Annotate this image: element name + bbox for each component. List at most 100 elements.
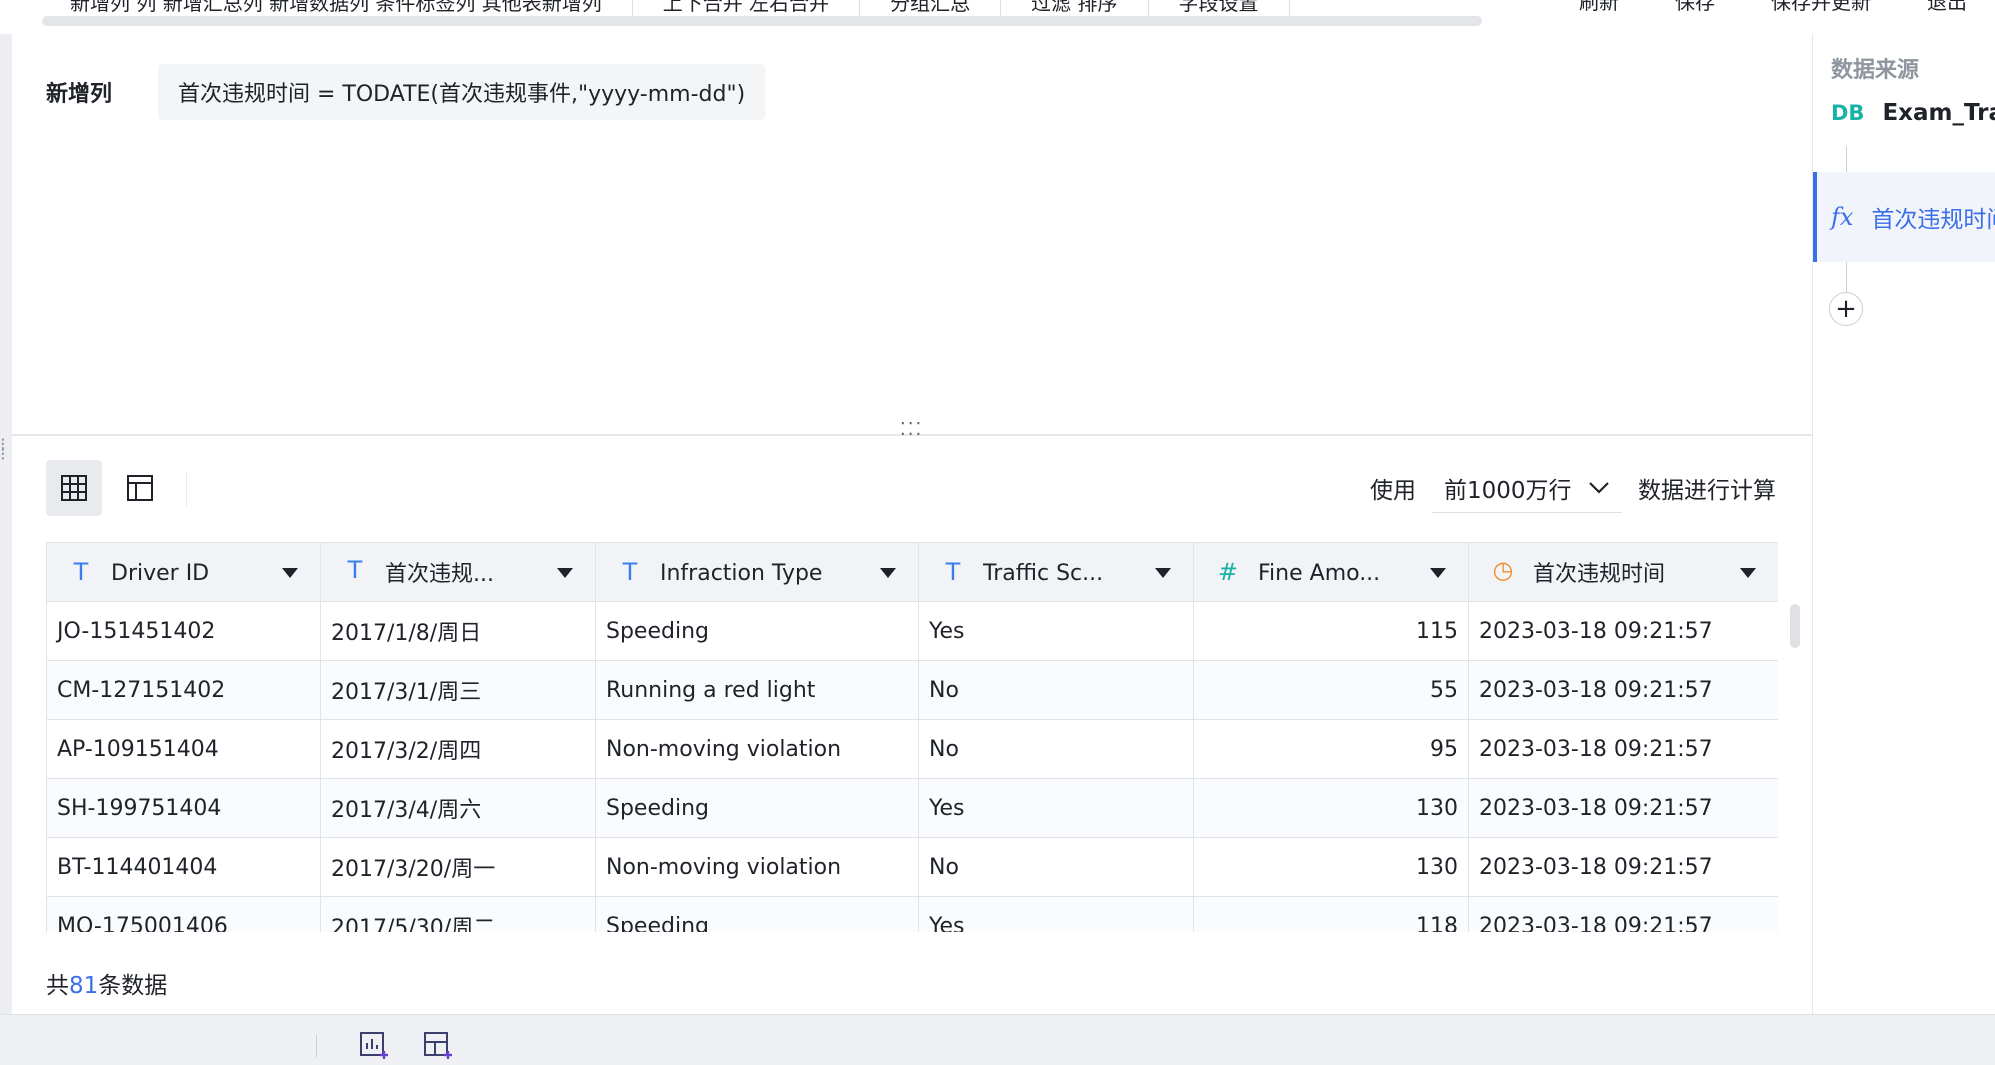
table-cell: AP-109151404 [46, 719, 321, 779]
top-toolbar: 新增列 列 新增汇总列 新增数据列 条件标签列 其他表新增列 上下合并 左右合并… [0, 0, 1995, 35]
table-cell: Speeding [595, 778, 919, 838]
formula-expression[interactable]: 首次违规时间 = TODATE(首次违规事件,"yyyy-mm-dd") [158, 64, 766, 120]
toolbar-tab-filter-sort[interactable]: 过滤 排序 [1001, 0, 1149, 16]
layout-view-icon [127, 475, 153, 501]
column-header-label: Traffic Sc... [983, 561, 1104, 587]
column-header-fine-amount[interactable]: # Fine Amo... [1193, 542, 1469, 602]
table-cell: Speeding [595, 601, 919, 661]
text-type-icon: T [73, 557, 89, 586]
table-cell: SH-199751404 [46, 778, 321, 838]
column-header-first-violation-time[interactable]: ◷ 首次违规时间 [1468, 542, 1778, 602]
table-row: CM-127151402 2017/3/1/周三 Running a red l… [46, 660, 1778, 720]
save-and-update-button[interactable]: 保存并更新 [1743, 0, 1899, 15]
caret-down-icon[interactable] [1155, 568, 1171, 578]
caret-down-icon[interactable] [1430, 568, 1446, 578]
source-node[interactable]: DB Exam_Traffic [1831, 100, 1995, 126]
chevron-down-icon [1589, 481, 1609, 494]
caret-down-icon[interactable] [282, 568, 298, 578]
formula-label: 新增列 [46, 82, 113, 107]
table-header-row: T Driver ID T 首次违规... T Infraction Type T Tr… [46, 542, 1778, 602]
table-cell: 95 [1193, 719, 1469, 779]
plus-icon: + [1835, 294, 1857, 324]
table-cell: 130 [1193, 837, 1469, 897]
table-cell: 55 [1193, 660, 1469, 720]
column-header-label: 首次违规... [385, 562, 494, 587]
table-row: SH-199751404 2017/3/4/周六 Speeding Yes 13… [46, 778, 1778, 838]
table-cell: 118 [1193, 896, 1469, 932]
table-cell: MO-175001406 [46, 896, 321, 932]
row-count-prefix: 共 [46, 973, 69, 999]
row-count-summary: 共81条数据 [46, 966, 167, 1000]
clock-type-icon: ◷ [1492, 556, 1514, 584]
table-cell: Speeding [595, 896, 919, 932]
column-header-infraction-type[interactable]: T Infraction Type [595, 542, 919, 602]
save-button[interactable]: 保存 [1647, 0, 1743, 15]
table-cell: 2017/5/30/周二 [320, 896, 596, 932]
refresh-button[interactable]: 刷新 [1551, 0, 1647, 15]
rows-select[interactable]: 前1000万行 [1432, 463, 1622, 513]
add-step-button[interactable]: + [1829, 292, 1863, 326]
bottom-divider [316, 1035, 317, 1057]
top-actions: 刷新 保存 保存并更新 退出 [1551, 0, 1995, 34]
text-type-icon: T [945, 557, 961, 586]
column-header-first-violation[interactable]: T 首次违规... [320, 542, 596, 602]
function-icon: fx [1831, 203, 1854, 231]
column-header-label: Infraction Type [660, 561, 823, 587]
table-cell: No [918, 660, 1194, 720]
table-cell: Yes [918, 601, 1194, 661]
calc-label: 数据进行计算 [1638, 478, 1776, 504]
table-cell: 2023-03-18 09:21:57 [1468, 660, 1778, 720]
table-cell: 2023-03-18 09:21:57 [1468, 601, 1778, 661]
table-cell: Non-moving violation [595, 837, 919, 897]
add-dashboard-icon[interactable] [422, 1029, 454, 1061]
splitter-handle-icon[interactable]: ⁚⁚⁚ [900, 421, 923, 439]
caret-down-icon[interactable] [1740, 568, 1756, 578]
main-editor: 新增列 首次违规时间 = TODATE(首次违规事件,"yyyy-mm-dd")… [12, 34, 1813, 1014]
table-row: MO-175001406 2017/5/30/周二 Speeding Yes 1… [46, 896, 1778, 932]
table-cell: CM-127151402 [46, 660, 321, 720]
layout-view-button[interactable] [112, 460, 168, 516]
data-source-panel: 数据来源 DB Exam_Traffic fx 首次违规时间 + [1813, 34, 1995, 1014]
toolbar-tab-group[interactable]: 分组汇总 [860, 0, 1002, 16]
toolbar-divider [186, 472, 187, 506]
grid-view-icon [61, 475, 87, 501]
table-cell: Yes [918, 778, 1194, 838]
table-cell: 2023-03-18 09:21:57 [1468, 837, 1778, 897]
grid-view-button[interactable] [46, 460, 102, 516]
table-row: AP-109151404 2017/3/2/周四 Non-moving viol… [46, 719, 1778, 779]
table-cell: 2023-03-18 09:21:57 [1468, 896, 1778, 932]
column-header-label: Driver ID [111, 561, 210, 587]
toolbar-tab-merge[interactable]: 上下合并 左右合并 [633, 0, 861, 16]
toolbar-scrollbar[interactable] [42, 16, 1482, 26]
column-header-driver-id[interactable]: T Driver ID [46, 542, 321, 602]
data-preview-table: T Driver ID T 首次违规... T Infraction Type T Tr… [46, 542, 1778, 932]
table-cell: 2017/3/20/周一 [320, 837, 596, 897]
add-chart-icon[interactable] [358, 1029, 390, 1061]
column-header-label: 首次违规时间 [1533, 562, 1666, 587]
row-count-value: 81 [69, 973, 99, 999]
toolbar-tab-add-columns[interactable]: 新增列 列 新增汇总列 新增数据列 条件标签列 其他表新增列 [40, 0, 633, 16]
column-header-label: Fine Amo... [1258, 561, 1381, 587]
step-name: 首次违规时间 [1871, 207, 1995, 233]
preview-toolbar: 使用 前1000万行 数据进行计算 [46, 460, 1776, 518]
table-cell: 2017/1/8/周日 [320, 601, 596, 661]
column-header-traffic-school[interactable]: T Traffic Sc... [918, 542, 1194, 602]
toolbar-tab-field-settings[interactable]: 字段设置 [1149, 0, 1290, 16]
database-icon: DB [1831, 101, 1865, 125]
text-type-icon: T [622, 557, 638, 586]
table-cell: Non-moving violation [595, 719, 919, 779]
caret-down-icon[interactable] [557, 568, 573, 578]
table-cell: 2017/3/2/周四 [320, 719, 596, 779]
table-cell: 2017/3/4/周六 [320, 778, 596, 838]
caret-down-icon[interactable] [880, 568, 896, 578]
exit-button[interactable]: 退出 [1899, 0, 1995, 15]
drag-handle-icon[interactable]: ⁝ ⁝ [0, 436, 6, 464]
formula-row: 新增列 首次违规时间 = TODATE(首次违规事件,"yyyy-mm-dd") [46, 64, 766, 120]
bottom-bar [0, 1014, 1995, 1065]
rows-select-value: 前1000万行 [1444, 477, 1572, 504]
flow-connector [1846, 262, 1847, 292]
table-cell: 2023-03-18 09:21:57 [1468, 719, 1778, 779]
step-node-new-column[interactable]: fx 首次违规时间 [1831, 200, 1995, 234]
table-vertical-scrollbar[interactable] [1790, 604, 1800, 648]
table-cell: Yes [918, 896, 1194, 932]
